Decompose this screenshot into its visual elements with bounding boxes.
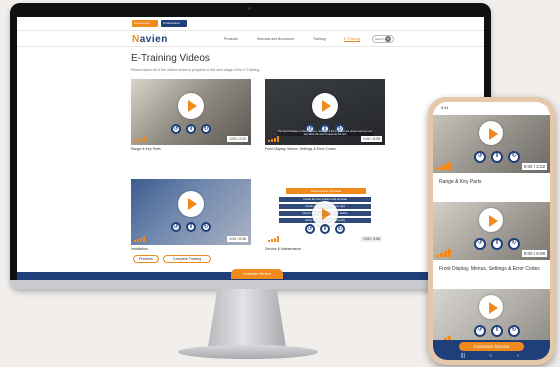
camera-icon bbox=[248, 7, 251, 10]
play-icon[interactable] bbox=[479, 295, 503, 319]
phone-video-range[interactable]: ↺ ‖ ↻ 0:00 / 2:22 bbox=[433, 115, 550, 173]
video-time: 0:00 / 3:56 bbox=[361, 236, 382, 242]
complete-training-button[interactable]: Complete Training bbox=[163, 255, 211, 263]
play-icon[interactable] bbox=[479, 121, 503, 145]
volume-icon[interactable] bbox=[134, 236, 146, 242]
mobile-phone: 9:41 ↺ ‖ ↻ 0:00 / 2:22 Range & Key Parts… bbox=[428, 97, 555, 365]
pause-icon[interactable]: ‖ bbox=[186, 222, 196, 232]
page-description: Please watch all of the videos below to … bbox=[131, 68, 261, 72]
page-title: E-Training Videos bbox=[131, 53, 210, 64]
forward-icon[interactable]: ↻ bbox=[201, 124, 211, 134]
brand-logo[interactable]: Navien bbox=[132, 34, 168, 45]
video-player-front-display[interactable]: ↺ ‖ ↻ The Front Display is where Menus, … bbox=[265, 79, 385, 145]
home-icon[interactable]: ○ bbox=[489, 353, 492, 359]
rewind-icon[interactable]: ↺ bbox=[474, 151, 486, 163]
video-subtitle: The Front Display is where Menus, Settin… bbox=[277, 130, 373, 136]
play-icon[interactable] bbox=[178, 93, 204, 119]
volume-icon[interactable] bbox=[268, 236, 280, 242]
rewind-icon[interactable]: ↺ bbox=[171, 222, 181, 232]
product-scene: Homeowner Professional Navien Products M… bbox=[0, 0, 560, 367]
phone-screen: 9:41 ↺ ‖ ↻ 0:00 / 2:22 Range & Key Parts… bbox=[433, 102, 550, 360]
pause-icon[interactable]: ‖ bbox=[320, 224, 330, 234]
nav-training[interactable]: Training bbox=[313, 37, 326, 41]
video-time: 0:00 / 2:22 bbox=[521, 163, 547, 170]
phone-video-front-display[interactable]: ↺ ‖ ↻ 0:00 / 6:08 bbox=[433, 202, 550, 260]
rewind-icon[interactable]: ↺ bbox=[474, 325, 486, 337]
customer-service-button[interactable]: Customer Service bbox=[231, 269, 283, 279]
recent-apps-icon[interactable]: ||| bbox=[461, 353, 465, 359]
desktop-screen: Homeowner Professional Navien Products M… bbox=[17, 17, 484, 280]
forward-icon[interactable]: ↻ bbox=[335, 224, 345, 234]
site-header: Navien Products Manuals and Brochures Tr… bbox=[17, 30, 484, 47]
video-player-range[interactable]: ↺ ‖ ↻ 0:00 / 2:22 bbox=[131, 79, 251, 145]
rewind-icon[interactable]: ↺ bbox=[474, 238, 486, 250]
video-player-installation[interactable]: ↺ ‖ ↻ 0:00 / 6:36 bbox=[131, 179, 251, 245]
top-strip: Homeowner Professional bbox=[17, 17, 484, 30]
nav-e-training[interactable]: E-Training bbox=[344, 37, 361, 42]
play-icon[interactable] bbox=[479, 208, 503, 232]
forward-icon[interactable]: ↻ bbox=[508, 325, 520, 337]
back-icon[interactable]: ‹ bbox=[517, 353, 519, 359]
volume-icon[interactable] bbox=[436, 249, 452, 257]
menu-title: Maintenance Schedule bbox=[286, 188, 366, 194]
video-time: 0:00 / 6:08 bbox=[361, 136, 382, 142]
video-caption: Installation bbox=[131, 247, 148, 251]
monitor-base bbox=[178, 345, 318, 359]
status-time: 9:41 bbox=[441, 105, 449, 110]
video-time: 0:00 / 2:22 bbox=[227, 136, 248, 142]
video-caption: Service & Maintenance bbox=[265, 247, 301, 251]
nav-manuals[interactable]: Manuals and Brochures bbox=[257, 37, 294, 41]
video-time: 0:00 / 6:08 bbox=[521, 250, 547, 257]
video-caption: Front Display, Menus, Settings & Error C… bbox=[439, 266, 540, 272]
forward-icon[interactable]: ↻ bbox=[508, 151, 520, 163]
monitor-stand bbox=[208, 289, 286, 347]
phone-video-third[interactable]: ↺ ‖ ↻ bbox=[433, 289, 550, 347]
forward-icon[interactable]: ↻ bbox=[201, 222, 211, 232]
video-caption: Range & Key Parts bbox=[131, 147, 161, 151]
previous-button[interactable]: Previous bbox=[133, 255, 159, 263]
pause-icon[interactable]: ‖ bbox=[491, 325, 503, 337]
homeowner-button[interactable]: Homeowner bbox=[132, 20, 158, 27]
pause-icon[interactable]: ‖ bbox=[186, 124, 196, 134]
phone-customer-service-button[interactable]: Customer Service bbox=[459, 342, 524, 351]
volume-icon[interactable] bbox=[268, 136, 280, 142]
video-player-service[interactable]: Maintenance Schedule Check the flue syst… bbox=[265, 179, 385, 245]
play-icon[interactable] bbox=[178, 191, 204, 217]
site-footer: Customer Service bbox=[17, 269, 484, 280]
search-icon[interactable]: ⌕ bbox=[385, 36, 391, 42]
video-caption: Front Display, Menus, Settings & Error C… bbox=[265, 147, 336, 151]
rewind-icon[interactable]: ↺ bbox=[305, 224, 315, 234]
volume-icon[interactable] bbox=[134, 136, 146, 142]
play-icon[interactable] bbox=[312, 93, 338, 119]
rewind-icon[interactable]: ↺ bbox=[171, 124, 181, 134]
pause-icon[interactable]: ‖ bbox=[491, 238, 503, 250]
video-time: 0:00 / 6:36 bbox=[227, 236, 248, 242]
video-caption: Range & Key Parts bbox=[439, 179, 482, 185]
monitor-chin bbox=[10, 280, 491, 289]
volume-icon[interactable] bbox=[436, 162, 452, 170]
professional-button[interactable]: Professional bbox=[161, 20, 187, 27]
phone-status-bar: 9:41 bbox=[433, 102, 550, 112]
forward-icon[interactable]: ↻ bbox=[508, 238, 520, 250]
nav-products[interactable]: Products bbox=[224, 37, 238, 41]
pause-icon[interactable]: ‖ bbox=[491, 151, 503, 163]
desktop-monitor: Homeowner Professional Navien Products M… bbox=[10, 3, 491, 289]
